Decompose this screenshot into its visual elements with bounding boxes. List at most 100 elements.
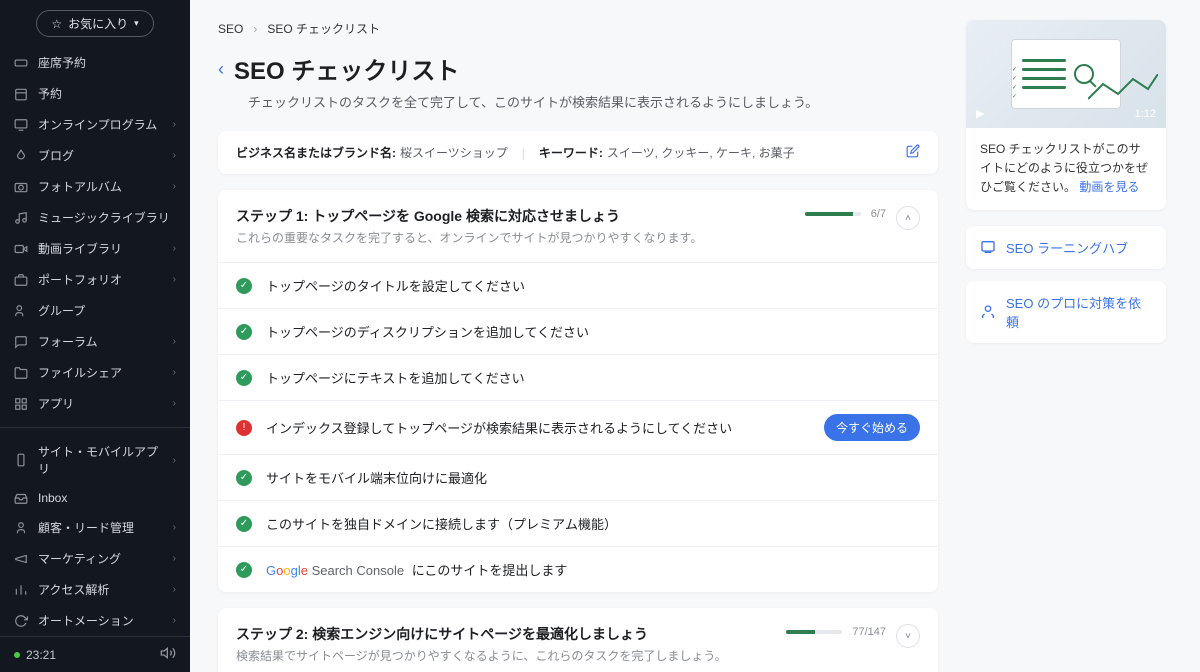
page-subtitle: チェックリストのタスクを全て完了して、このサイトが検索結果に表示されるようにしま…: [248, 92, 938, 111]
sidebar-item-label: アプリ: [38, 395, 163, 412]
sidebar-item[interactable]: Inbox: [0, 484, 190, 512]
apps-icon: [14, 397, 28, 411]
sidebar-item-label: 顧客・リード管理: [38, 519, 163, 536]
users2-icon: [14, 521, 28, 535]
inbox-icon: [14, 491, 28, 505]
status-time-text: 23:21: [26, 648, 56, 662]
chat-icon: [14, 335, 28, 349]
task-row[interactable]: ✓ トップページにテキストを追加してください: [218, 354, 938, 400]
sidebar-item-label: 座席予約: [38, 54, 176, 71]
sidebar-item[interactable]: ポートフォリオ ›: [0, 264, 190, 295]
chart-icon: [14, 583, 28, 597]
sidebar-item[interactable]: オンラインプログラム ›: [0, 109, 190, 140]
biz-name-label: ビジネス名またはブランド名: [236, 146, 392, 160]
sidebar-item[interactable]: 予約: [0, 78, 190, 109]
sidebar-item-label: 予約: [38, 85, 176, 102]
biz-keyword-label: キーワード: [539, 146, 599, 160]
sidebar-item[interactable]: サイト・モバイルアプリ ›: [0, 436, 190, 484]
chevron-right-icon: ›: [173, 455, 176, 466]
video-watch-link[interactable]: 動画を見る: [1079, 180, 1139, 194]
sidebar-item[interactable]: フォーラム ›: [0, 326, 190, 357]
sidebar-item-label: アクセス解析: [38, 581, 163, 598]
business-info-card: ビジネス名またはブランド名: 桜スイーツショップ | キーワード: スイーツ, …: [218, 131, 938, 174]
task-text: このサイトを独自ドメインに接続します（プレミアム機能）: [266, 517, 617, 532]
divider: [0, 427, 190, 428]
toggle-step-icon[interactable]: ˅: [896, 624, 920, 648]
sidebar-item[interactable]: 動画ライブラリ ›: [0, 233, 190, 264]
chevron-right-icon: ›: [173, 243, 176, 254]
progress: 6/7: [805, 208, 886, 220]
biz-keyword-value: スイーツ, クッキー, ケーキ, お菓子: [607, 144, 795, 161]
camera-icon: [14, 180, 28, 194]
chevron-right-icon: ›: [253, 22, 257, 36]
sidebar-item[interactable]: アプリ ›: [0, 388, 190, 419]
video-card: ▶ 1:12 SEO チェックリストがこのサイトにどのように役立つかをぜひご覧く…: [966, 20, 1166, 210]
learning-icon: [980, 239, 996, 255]
volume-icon[interactable]: [160, 645, 176, 664]
sidebar-item[interactable]: 顧客・リード管理 ›: [0, 512, 190, 543]
biz-name-value: 桜スイーツショップ: [400, 144, 508, 161]
video-thumbnail[interactable]: ▶ 1:12: [966, 20, 1166, 128]
chevron-right-icon: ›: [173, 522, 176, 533]
step-header[interactable]: ステップ 1: トップページを Google 検索に対応させましょう これらの重…: [218, 190, 938, 262]
favorites-label: お気に入り: [68, 15, 128, 32]
sidebar-item[interactable]: ファイルシェア ›: [0, 357, 190, 388]
sidebar-nav: 座席予約 予約 オンラインプログラム › ブログ › フォトアルバム › ミュー…: [0, 47, 190, 636]
sidebar-item[interactable]: ブログ ›: [0, 140, 190, 171]
sidebar-item-label: ミュージックライブラリ: [38, 209, 176, 226]
step-subtitle: 検索結果でサイトページが見つかりやすくなるように、これらのタスクを完了しましょう…: [236, 647, 786, 664]
chevron-right-icon: ›: [173, 367, 176, 378]
check-circle-icon: ✓: [236, 516, 252, 532]
sidebar-item[interactable]: マーケティング ›: [0, 543, 190, 574]
edit-icon[interactable]: [906, 144, 920, 161]
task-row[interactable]: ✓ トップページのタイトルを設定してください: [218, 262, 938, 308]
seo-learning-hub-link[interactable]: SEO ラーニングハブ: [966, 226, 1166, 269]
google-logo-text: Google Search Console: [266, 563, 404, 578]
task-row[interactable]: ✓ トップページのディスクリプションを追加してください: [218, 308, 938, 354]
megaphone-icon: [14, 552, 28, 566]
video-icon: [14, 242, 28, 256]
sidebar-item-label: ブログ: [38, 147, 163, 164]
video-duration: 1:12: [1135, 108, 1156, 120]
step-subtitle: これらの重要なタスクを完了すると、オンラインでサイトが見つかりやすくなります。: [236, 229, 805, 246]
page-title: SEO チェックリスト: [234, 51, 459, 86]
back-arrow-icon[interactable]: ‹: [218, 59, 224, 80]
toggle-step-icon[interactable]: ˄: [896, 206, 920, 230]
play-icon: ▶: [976, 107, 984, 120]
task-row[interactable]: ✓ サイトをモバイル端末位向けに最適化: [218, 454, 938, 500]
progress-text: 77/147: [852, 626, 886, 638]
task-row[interactable]: ! インデックス登録してトップページが検索結果に表示されるようにしてください 今…: [218, 400, 938, 454]
progress: 77/147: [786, 626, 886, 638]
status-time: 23:21: [14, 648, 56, 662]
sidebar-item[interactable]: グループ: [0, 295, 190, 326]
sidebar-item-label: オートメーション: [38, 612, 163, 629]
sidebar: ☆ お気に入り ▾ 座席予約 予約 オンラインプログラム › ブログ › フォト…: [0, 0, 190, 672]
briefcase-icon: [14, 273, 28, 287]
star-icon: ☆: [51, 17, 62, 31]
sidebar-item-label: フォトアルバム: [38, 178, 163, 195]
magnifier-icon: [1074, 64, 1094, 84]
sidebar-item[interactable]: オートメーション ›: [0, 605, 190, 636]
chevron-right-icon: ›: [173, 615, 176, 626]
sidebar-item-label: Inbox: [38, 491, 176, 505]
sidebar-item[interactable]: ミュージックライブラリ: [0, 202, 190, 233]
task-text: トップページにテキストを追加してください: [266, 371, 525, 386]
sidebar-item[interactable]: 座席予約: [0, 47, 190, 78]
chevron-right-icon: ›: [173, 336, 176, 347]
task-row[interactable]: ✓ このサイトを独自ドメインに接続します（プレミアム機能）: [218, 500, 938, 546]
chevron-right-icon: ›: [173, 119, 176, 130]
progress-text: 6/7: [871, 208, 886, 220]
sidebar-item-label: ファイルシェア: [38, 364, 163, 381]
favorites-button[interactable]: ☆ お気に入り ▾: [36, 10, 153, 37]
seo-pro-link[interactable]: SEO のプロに対策を依頼: [966, 281, 1166, 343]
step-card: ステップ 1: トップページを Google 検索に対応させましょう これらの重…: [218, 190, 938, 592]
sidebar-item[interactable]: アクセス解析 ›: [0, 574, 190, 605]
sidebar-item[interactable]: フォトアルバム ›: [0, 171, 190, 202]
start-now-button[interactable]: 今すぐ始める: [824, 414, 920, 441]
step-header[interactable]: ステップ 2: 検索エンジン向けにサイトページを最適化しましょう 検索結果でサイ…: [218, 608, 938, 672]
chevron-right-icon: ›: [173, 584, 176, 595]
auto-icon: [14, 614, 28, 628]
breadcrumb-root[interactable]: SEO: [218, 22, 243, 36]
sidebar-item-label: グループ: [38, 302, 176, 319]
task-row[interactable]: ✓ Google Search Console にこのサイトを提出します: [218, 546, 938, 592]
